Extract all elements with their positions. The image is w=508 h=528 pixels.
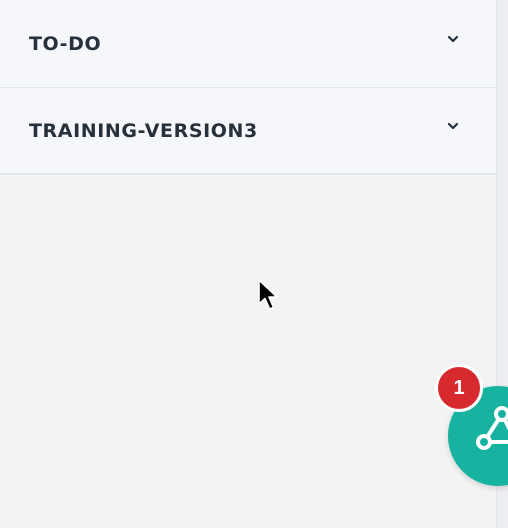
network-icon <box>476 406 508 450</box>
section-label: TO-DO <box>29 32 102 55</box>
section-list: TO-DO TRAINING-VERSION3 <box>0 0 497 175</box>
chevron-down-icon[interactable] <box>447 120 459 132</box>
section-training-version3[interactable]: TRAINING-VERSION3 <box>0 88 497 174</box>
section-todo[interactable]: TO-DO <box>0 0 497 88</box>
chevron-down-icon[interactable] <box>447 33 459 45</box>
mouse-cursor-icon <box>258 279 278 310</box>
page: TO-DO TRAINING-VERSION3 1 <box>0 0 508 528</box>
notification-badge: 1 <box>435 364 483 412</box>
section-label: TRAINING-VERSION3 <box>29 119 258 142</box>
